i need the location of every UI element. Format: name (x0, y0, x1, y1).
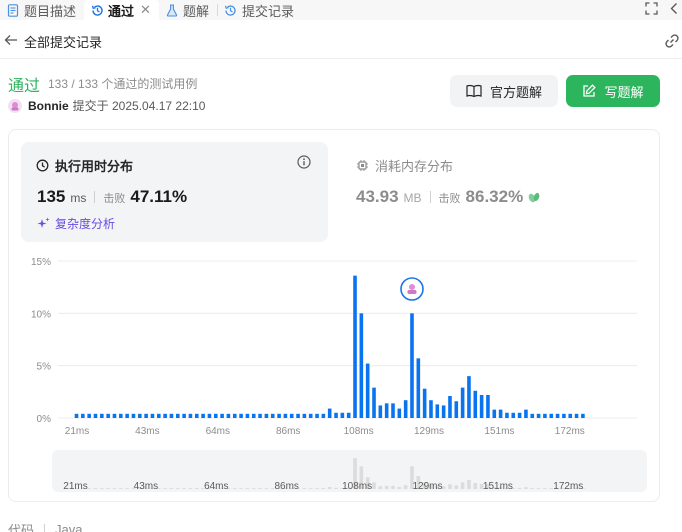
complexity-analysis-link[interactable]: 复杂度分析 (37, 215, 115, 232)
info-icon[interactable] (297, 155, 311, 172)
complexity-analysis-label: 复杂度分析 (55, 217, 116, 231)
memory-metric: 43.93 MB 击败 86.32% (356, 187, 541, 207)
tab-submissions-label: 提交记录 (241, 3, 294, 19)
memory-unit: MB (403, 191, 422, 205)
memory-beat-value: 86.32% (465, 187, 524, 206)
runtime-title: 执行用时分布 (36, 156, 133, 175)
memory-value: 43.93 (356, 187, 399, 206)
close-icon[interactable]: ✕ (140, 2, 151, 18)
tab-submissions[interactable]: 提交记录 (218, 0, 302, 20)
runtime-value: 135 (37, 187, 66, 206)
metric-separator (429, 191, 431, 203)
memory-title-label: 消耗内存分布 (375, 159, 454, 174)
write-solution-button[interactable]: 写题解 (566, 75, 660, 107)
flask-icon (165, 3, 179, 17)
official-solution-label: 官方题解 (489, 84, 542, 100)
passed-testcases: 133 / 133 个通过的测试用例 (48, 77, 198, 91)
tab-accepted-label: 通过 (108, 3, 135, 19)
arrow-left-icon[interactable] (4, 34, 18, 49)
chevron-left-icon[interactable] (670, 2, 678, 18)
metric-separator (94, 191, 96, 203)
expand-icon[interactable] (645, 2, 658, 18)
write-solution-label: 写题解 (604, 84, 644, 100)
tab-description[interactable]: 题目描述 (0, 0, 84, 20)
all-submissions-link[interactable]: 全部提交记录 (24, 32, 102, 51)
memory-title[interactable]: 消耗内存分布 (356, 156, 453, 175)
cheer-icon (527, 190, 541, 204)
tab-solutions-label: 题解 (182, 3, 209, 19)
runtime-unit: ms (70, 191, 87, 205)
chart-range-slider[interactable] (52, 450, 647, 492)
runtime-beat-value: 47.11% (130, 187, 188, 206)
user-name[interactable]: Bonnie (28, 99, 69, 113)
back-row[interactable]: 全部提交记录 (0, 28, 682, 54)
result-status: 通过 (8, 78, 41, 95)
sparkle-icon (37, 217, 50, 230)
submitted-time: 提交于 2025.04.17 22:10 (72, 99, 206, 113)
runtime-beat-label: 击败 (103, 193, 126, 205)
document-icon (6, 3, 20, 17)
history-icon (224, 3, 238, 17)
avatar[interactable] (8, 98, 22, 113)
tab-bar: 题目描述 通过 ✕ 题解 提交记录 (0, 0, 682, 20)
tab-description-label: 题目描述 (24, 3, 77, 19)
tabbar-actions (645, 0, 678, 20)
tab-accepted[interactable]: 通过 ✕ (84, 0, 159, 20)
edit-icon (582, 84, 597, 98)
runtime-title-label: 执行用时分布 (55, 159, 134, 174)
separator (44, 523, 46, 532)
code-header: 代码 Java (8, 520, 82, 532)
code-label: 代码 (8, 523, 35, 532)
submitter-info: Bonnie 提交于 2025.04.17 22:10 (8, 97, 205, 114)
clock-icon (36, 159, 49, 172)
memory-beat-label: 击败 (438, 193, 461, 205)
link-icon[interactable] (664, 33, 680, 52)
chip-icon (356, 159, 369, 172)
runtime-metric: 135 ms 击败 47.11% (37, 187, 187, 207)
book-icon (466, 84, 482, 98)
history-icon (90, 3, 104, 17)
official-solution-button[interactable]: 官方题解 (450, 75, 558, 107)
language-label[interactable]: Java (55, 522, 82, 532)
tab-solutions[interactable]: 题解 (159, 0, 217, 20)
divider (0, 58, 682, 59)
